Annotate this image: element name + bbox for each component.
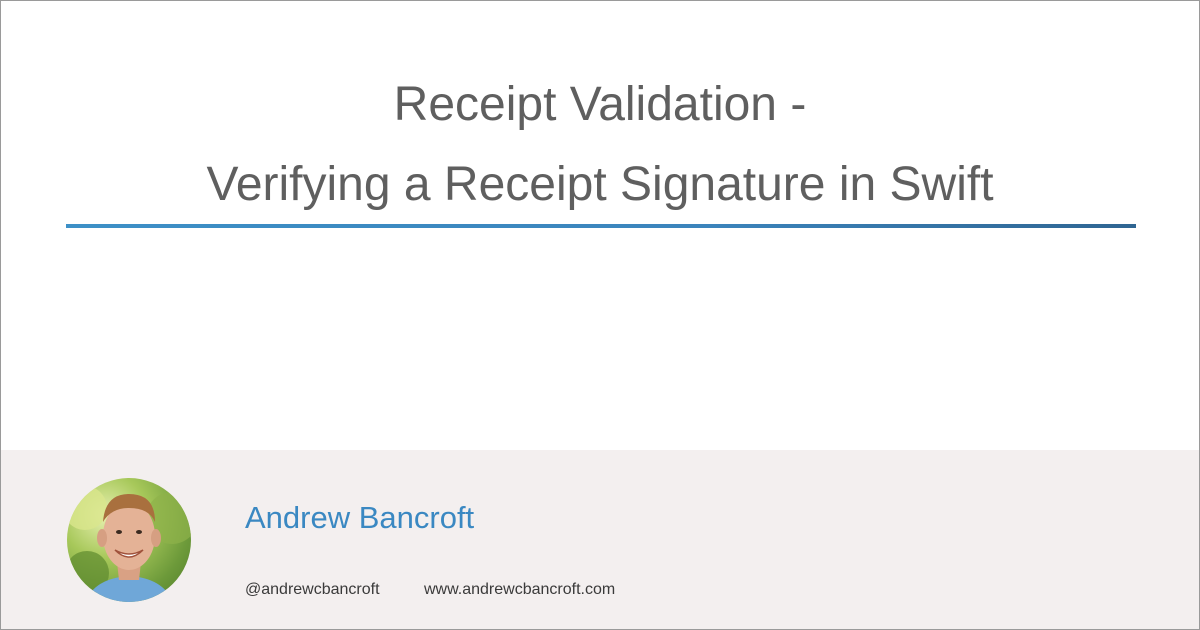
- author-name: Andrew Bancroft: [245, 500, 475, 535]
- author-avatar: [67, 478, 191, 602]
- title-line-1: Receipt Validation -: [393, 78, 807, 131]
- title-line-2: Verifying a Receipt Signature in Swift: [206, 158, 994, 211]
- author-handle: @andrewcbancroft: [245, 581, 380, 598]
- author-photo-icon: [67, 486, 191, 602]
- title-underline: [66, 224, 1136, 228]
- social-card: Receipt Validation - Verifying a Receipt…: [0, 0, 1200, 630]
- author-footer: Andrew Bancroft @andrewcbancroft www.and…: [1, 450, 1199, 629]
- author-website: www.andrewcbancroft.com: [424, 581, 616, 598]
- title-area: Receipt Validation - Verifying a Receipt…: [1, 1, 1199, 450]
